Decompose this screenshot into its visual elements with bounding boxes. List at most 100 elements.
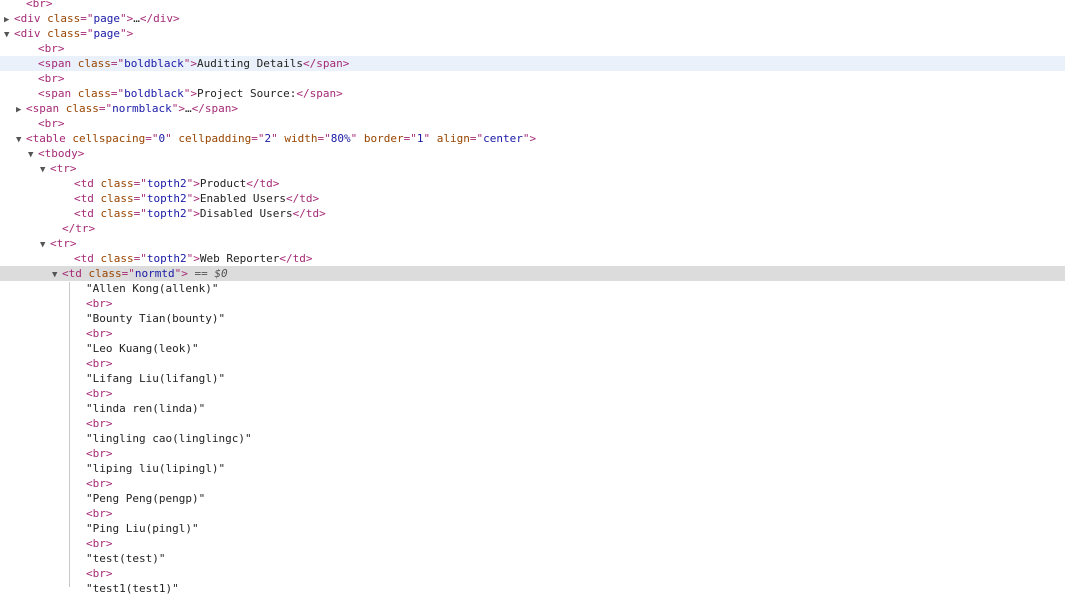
- dom-node[interactable]: <br>: [0, 296, 1065, 311]
- node-txt-text: Auditing Details: [196, 57, 303, 70]
- node-tag-text: ">: [186, 207, 200, 220]
- dom-node[interactable]: <br>: [0, 356, 1065, 371]
- dom-node[interactable]: "lingling cao(linglingc)": [0, 431, 1065, 446]
- node-tag-text: </td>: [279, 252, 313, 265]
- node-tag-text: =": [121, 267, 135, 280]
- node-tag-text: <br>: [86, 507, 113, 520]
- node-val-text: page: [93, 27, 121, 40]
- node-tag-text: <br>: [86, 537, 113, 550]
- node-tag-text: ": [423, 132, 437, 145]
- node-val-text: boldblack: [124, 57, 184, 70]
- dom-node[interactable]: <br>: [0, 116, 1065, 131]
- dom-node[interactable]: <br>: [0, 446, 1065, 461]
- node-val-text: 80%: [330, 132, 351, 145]
- dom-node[interactable]: <br>: [0, 476, 1065, 491]
- node-val-text: normtd: [134, 267, 175, 280]
- node-val-text: topth2: [146, 177, 187, 190]
- node-tag-text: </td>: [292, 207, 326, 220]
- dom-node[interactable]: <br>: [0, 386, 1065, 401]
- dom-node-selected[interactable]: ▼ <td class="normtd"> == $0: [0, 266, 1065, 281]
- node-tag-text: <div: [14, 27, 48, 40]
- dom-node[interactable]: "Leo Kuang(leok)": [0, 341, 1065, 356]
- dom-node[interactable]: "test(test)": [0, 551, 1065, 566]
- node-tag-text: ": [350, 132, 364, 145]
- node-tag-text: <br>: [86, 327, 113, 340]
- node-attr-text: class: [77, 57, 111, 70]
- dom-node[interactable]: ▼ <tr>: [0, 236, 1065, 251]
- node-attr-text: class: [47, 27, 81, 40]
- node-attr-text: class: [88, 267, 122, 280]
- node-tag-text: =": [80, 27, 94, 40]
- node-tag-text: </div>: [139, 12, 180, 25]
- dom-node[interactable]: ▼ <table cellspacing="0" cellpadding="2" …: [0, 131, 1065, 146]
- node-val-text: center: [483, 132, 523, 145]
- dom-node[interactable]: <br>: [0, 0, 1065, 11]
- dom-node[interactable]: "linda ren(linda)": [0, 401, 1065, 416]
- dom-node[interactable]: <td class="topth2">Product</td>: [0, 176, 1065, 191]
- dom-node[interactable]: <td class="topth2">Enabled Users</td>: [0, 191, 1065, 206]
- dom-node[interactable]: "Bounty Tian(bounty)": [0, 311, 1065, 326]
- dom-node[interactable]: <td class="topth2">Web Reporter</td>: [0, 251, 1065, 266]
- collapse-triangle-icon[interactable]: ▼: [52, 268, 62, 281]
- collapse-triangle-icon[interactable]: ▼: [16, 133, 26, 146]
- dom-node[interactable]: ▼ <tbody>: [0, 146, 1065, 161]
- dom-node[interactable]: "Ping Liu(pingl)": [0, 521, 1065, 536]
- dom-node[interactable]: <br>: [0, 566, 1065, 581]
- node-txt-text: "Peng Peng(pengp)": [86, 492, 206, 505]
- dom-node[interactable]: <br>: [0, 71, 1065, 86]
- collapse-triangle-icon[interactable]: ▼: [40, 163, 50, 176]
- dom-node[interactable]: ▼ <tr>: [0, 161, 1065, 176]
- dom-node[interactable]: <br>: [0, 326, 1065, 341]
- dom-node[interactable]: <br>: [0, 536, 1065, 551]
- dom-node[interactable]: "Allen Kong(allenk)": [0, 281, 1065, 296]
- dom-node[interactable]: <span class="boldblack">Auditing Details…: [0, 56, 1065, 71]
- node-val-text: page: [93, 12, 121, 25]
- dom-node[interactable]: <span class="boldblack">Project Source:<…: [0, 86, 1065, 101]
- dom-node[interactable]: <br>: [0, 506, 1065, 521]
- node-tag-text: ">: [522, 132, 537, 145]
- dom-node[interactable]: </tr>: [0, 221, 1065, 236]
- node-tag-text: <table: [26, 132, 73, 145]
- node-tag-text: =": [251, 132, 265, 145]
- node-txt-text: "Lifang Liu(lifangl)": [86, 372, 226, 385]
- node-tag-text: =": [403, 132, 417, 145]
- node-txt-text: Project Source:: [196, 87, 297, 100]
- node-tag-text: <tbody>: [38, 147, 85, 160]
- collapse-triangle-icon[interactable]: ▼: [4, 28, 14, 41]
- node-attr-text: class: [77, 87, 111, 100]
- node-attr-text: class: [65, 102, 99, 115]
- dom-node[interactable]: "Lifang Liu(lifangl)": [0, 371, 1065, 386]
- node-txt-text: "liping liu(lipingl)": [86, 462, 226, 475]
- node-txt-text: …: [184, 102, 192, 115]
- elements-dom-tree: <br> ▶ <div class="page">…</div> ▼ <div clas…: [0, 0, 1065, 595]
- dom-node[interactable]: <br>: [0, 416, 1065, 431]
- node-muted-text: == $0: [187, 267, 228, 280]
- node-tag-text: <td: [74, 207, 101, 220]
- node-tag-text: <td: [74, 177, 101, 190]
- node-attr-text: class: [100, 252, 134, 265]
- node-tag-text: <td: [74, 252, 101, 265]
- node-tag-text: <br>: [26, 0, 53, 10]
- node-tag-text: <span: [26, 102, 66, 115]
- node-tag-text: ">: [186, 252, 200, 265]
- node-tag-text: ">: [183, 87, 197, 100]
- dom-node[interactable]: "liping liu(lipingl)": [0, 461, 1065, 476]
- expand-triangle-icon[interactable]: ▶: [16, 103, 26, 116]
- collapse-triangle-icon[interactable]: ▼: [40, 238, 50, 251]
- expand-triangle-icon[interactable]: ▶: [4, 13, 14, 26]
- collapse-triangle-icon[interactable]: ▼: [28, 148, 38, 161]
- node-attr-text: border: [363, 132, 404, 145]
- dom-node[interactable]: <br>: [0, 41, 1065, 56]
- dom-node[interactable]: ▶ <span class="normblack">…</span>: [0, 101, 1065, 116]
- node-tag-text: <br>: [86, 567, 113, 580]
- node-tag-text: <br>: [38, 117, 65, 130]
- node-tag-text: ">: [174, 267, 188, 280]
- dom-node[interactable]: ▶ <div class="page">…</div>: [0, 11, 1065, 26]
- dom-node[interactable]: "test1(test1)": [0, 581, 1065, 596]
- node-val-text: boldblack: [124, 87, 184, 100]
- node-tag-text: </span>: [296, 87, 343, 100]
- dom-node[interactable]: "Peng Peng(pengp)": [0, 491, 1065, 506]
- dom-node[interactable]: <td class="topth2">Disabled Users</td>: [0, 206, 1065, 221]
- dom-node[interactable]: ▼ <div class="page">: [0, 26, 1065, 41]
- node-attr-text: cellspacing: [72, 132, 146, 145]
